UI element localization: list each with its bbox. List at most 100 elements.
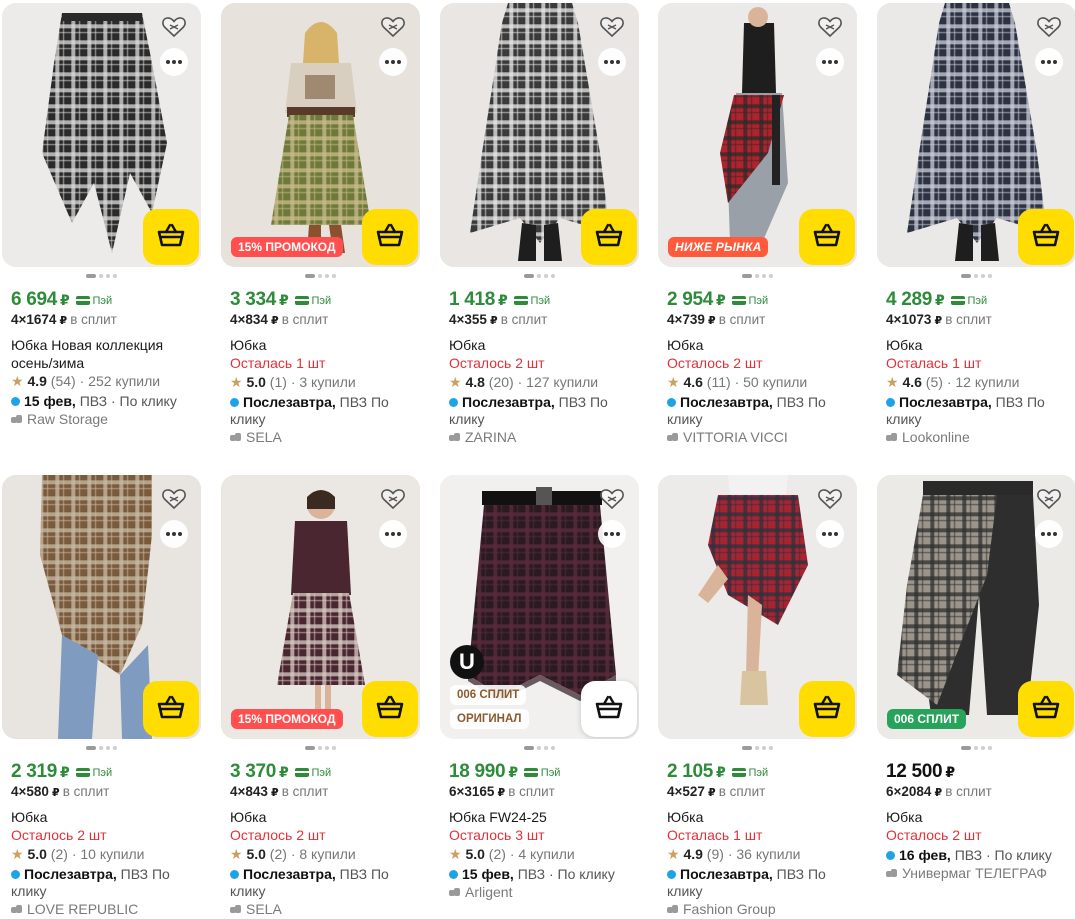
product-title[interactable]: Юбка xyxy=(11,808,192,826)
stock-left: Осталась 1 шт xyxy=(230,355,326,371)
rating[interactable]: ★ 5.0 (2) · 10 купили xyxy=(11,845,192,864)
more-dots-icon[interactable] xyxy=(598,48,626,76)
heart-outline-icon[interactable] xyxy=(161,487,187,511)
add-to-cart-button[interactable] xyxy=(799,209,855,265)
product-card[interactable]: НИЖЕ РЫНКА 2 954 ₽ Пэй 4×739 ₽ в сплит Юбка Ос… xyxy=(658,3,857,447)
product-card[interactable]: 15% ПРОМОКОД 3 370 ₽ Пэй 4×843 ₽ в сплит Юбка… xyxy=(221,475,420,919)
pay-label: Пэй xyxy=(92,766,113,779)
product-image[interactable]: НИЖЕ РЫНКА xyxy=(658,3,857,267)
image-pagination[interactable] xyxy=(658,746,857,750)
product-card[interactable]: 6 694 ₽ Пэй 4×1674 ₽ в сплит Юбка Новая колл… xyxy=(2,3,201,429)
split-payment: 4×1073 ₽ в сплит xyxy=(886,312,1067,330)
delivery-method: ПВЗ · По клику xyxy=(75,393,177,409)
product-image[interactable] xyxy=(440,3,639,267)
heart-outline-icon[interactable] xyxy=(599,487,625,511)
seller-name[interactable]: SELA xyxy=(230,900,411,919)
product-title[interactable]: Юбка xyxy=(886,336,1067,354)
product-card[interactable]: 2 319 ₽ Пэй 4×580 ₽ в сплит Юбка Осталось 2 ш… xyxy=(2,475,201,919)
rating[interactable]: ★ 4.8 (20) · 127 купили xyxy=(449,373,630,392)
product-image[interactable] xyxy=(2,3,201,267)
product-image[interactable]: ОРИГИНАЛ 006 СПЛИТ U xyxy=(440,475,639,739)
product-card[interactable]: 2 105 ₽ Пэй 4×527 ₽ в сплит Юбка Осталась 1 ш… xyxy=(658,475,857,919)
product-image[interactable]: 15% ПРОМОКОД xyxy=(221,475,420,739)
rating[interactable]: ★ 4.9 (54) · 252 купили xyxy=(11,372,192,391)
image-pagination[interactable] xyxy=(877,274,1075,278)
rating[interactable]: ★ 4.9 (9) · 36 купили xyxy=(667,845,848,864)
product-title[interactable]: Юбка FW24-25 xyxy=(449,808,630,826)
image-pagination[interactable] xyxy=(221,274,420,278)
product-title[interactable]: Юбка Новая коллекция осень/зима xyxy=(11,336,192,372)
product-image[interactable]: 15% ПРОМОКОД xyxy=(221,3,420,267)
add-to-cart-button[interactable] xyxy=(1018,209,1074,265)
seller-name[interactable]: LOVE REPUBLIC xyxy=(11,900,192,919)
heart-outline-icon[interactable] xyxy=(380,15,406,39)
add-to-cart-button[interactable] xyxy=(143,209,199,265)
product-card[interactable]: 1 418 ₽ Пэй 4×355 ₽ в сплит Юбка Осталось 2 ш… xyxy=(440,3,639,447)
image-pagination[interactable] xyxy=(2,274,201,278)
product-image[interactable]: 006 СПЛИТ xyxy=(877,475,1075,739)
add-to-cart-button[interactable] xyxy=(1018,681,1074,737)
product-title[interactable]: Юбка xyxy=(667,808,848,826)
seller-name[interactable]: SELA xyxy=(230,428,411,447)
product-info: 18 990 ₽ Пэй 6×3165 ₽ в сплит Юбка FW24-25 Ос… xyxy=(440,761,639,902)
add-to-cart-button[interactable] xyxy=(581,681,637,737)
rating[interactable]: ★ 4.6 (5) · 12 купили xyxy=(886,373,1067,392)
seller-name[interactable]: Lookonline xyxy=(886,428,1067,447)
more-dots-icon[interactable] xyxy=(1035,520,1063,548)
heart-outline-icon[interactable] xyxy=(599,15,625,39)
currency: ₽ xyxy=(935,292,945,308)
image-pagination[interactable] xyxy=(440,274,639,278)
product-title[interactable]: Юбка xyxy=(667,336,848,354)
more-dots-icon[interactable] xyxy=(160,48,188,76)
product-card[interactable]: 15% ПРОМОКОД 3 334 ₽ Пэй 4×834 ₽ в сплит Юбка… xyxy=(221,3,420,447)
heart-outline-icon[interactable] xyxy=(161,15,187,39)
heart-outline-icon[interactable] xyxy=(380,487,406,511)
image-pagination[interactable] xyxy=(440,746,639,750)
heart-outline-icon[interactable] xyxy=(1036,487,1062,511)
more-dots-icon[interactable] xyxy=(160,520,188,548)
delivery-date: Послезавтра, xyxy=(243,866,336,882)
bought-count: · 8 купили xyxy=(290,846,356,862)
more-dots-icon[interactable] xyxy=(1035,48,1063,76)
add-to-cart-button[interactable] xyxy=(581,209,637,265)
brand-logo: U xyxy=(450,645,484,679)
seller-name[interactable]: Arligent xyxy=(449,883,630,902)
seller-name[interactable]: Raw Storage xyxy=(11,410,192,429)
more-dots-icon[interactable] xyxy=(816,520,844,548)
product-title[interactable]: Юбка xyxy=(886,808,1067,826)
product-card[interactable]: 006 СПЛИТ 12 500 ₽6×2084 ₽ в сплит Юбка Оста… xyxy=(877,475,1075,883)
more-dots-icon[interactable] xyxy=(816,48,844,76)
image-pagination[interactable] xyxy=(658,274,857,278)
seller-name[interactable]: VITTORIA VICCI xyxy=(667,428,848,447)
seller-name[interactable]: Универмаг ТЕЛЕГРАФ xyxy=(886,864,1067,883)
product-card[interactable]: ОРИГИНАЛ 006 СПЛИТ U 18 990 ₽ Пэй 6×3165 ₽ в с… xyxy=(440,475,639,902)
more-dots-icon[interactable] xyxy=(379,48,407,76)
add-to-cart-button[interactable] xyxy=(143,681,199,737)
product-image[interactable] xyxy=(658,475,857,739)
seller-name[interactable]: ZARINA xyxy=(449,428,630,447)
image-pagination[interactable] xyxy=(2,746,201,750)
image-pagination[interactable] xyxy=(221,746,420,750)
product-title[interactable]: Юбка xyxy=(230,336,411,354)
currency: ₽ xyxy=(716,764,726,780)
heart-outline-icon[interactable] xyxy=(817,15,843,39)
add-to-cart-button[interactable] xyxy=(362,681,418,737)
heart-outline-icon[interactable] xyxy=(817,487,843,511)
rating[interactable]: ★ 5.0 (1) · 3 купили xyxy=(230,373,411,392)
product-image[interactable] xyxy=(2,475,201,739)
product-image[interactable] xyxy=(877,3,1075,267)
rating[interactable]: ★ 5.0 (2) · 8 купили xyxy=(230,845,411,864)
heart-outline-icon[interactable] xyxy=(1036,15,1062,39)
product-title[interactable]: Юбка xyxy=(230,808,411,826)
image-pagination[interactable] xyxy=(877,746,1075,750)
add-to-cart-button[interactable] xyxy=(799,681,855,737)
rating[interactable]: ★ 5.0 (2) · 4 купили xyxy=(449,845,630,864)
rating[interactable]: ★ 4.6 (11) · 50 купили xyxy=(667,373,848,392)
seller-name[interactable]: Fashion Group xyxy=(667,900,848,919)
product-title[interactable]: Юбка xyxy=(449,336,630,354)
product-card[interactable]: 4 289 ₽ Пэй 4×1073 ₽ в сплит Юбка Осталась 1 … xyxy=(877,3,1075,447)
more-dots-icon[interactable] xyxy=(598,520,626,548)
add-to-cart-button[interactable] xyxy=(362,209,418,265)
delivery-dot-icon xyxy=(230,870,239,879)
more-dots-icon[interactable] xyxy=(379,520,407,548)
